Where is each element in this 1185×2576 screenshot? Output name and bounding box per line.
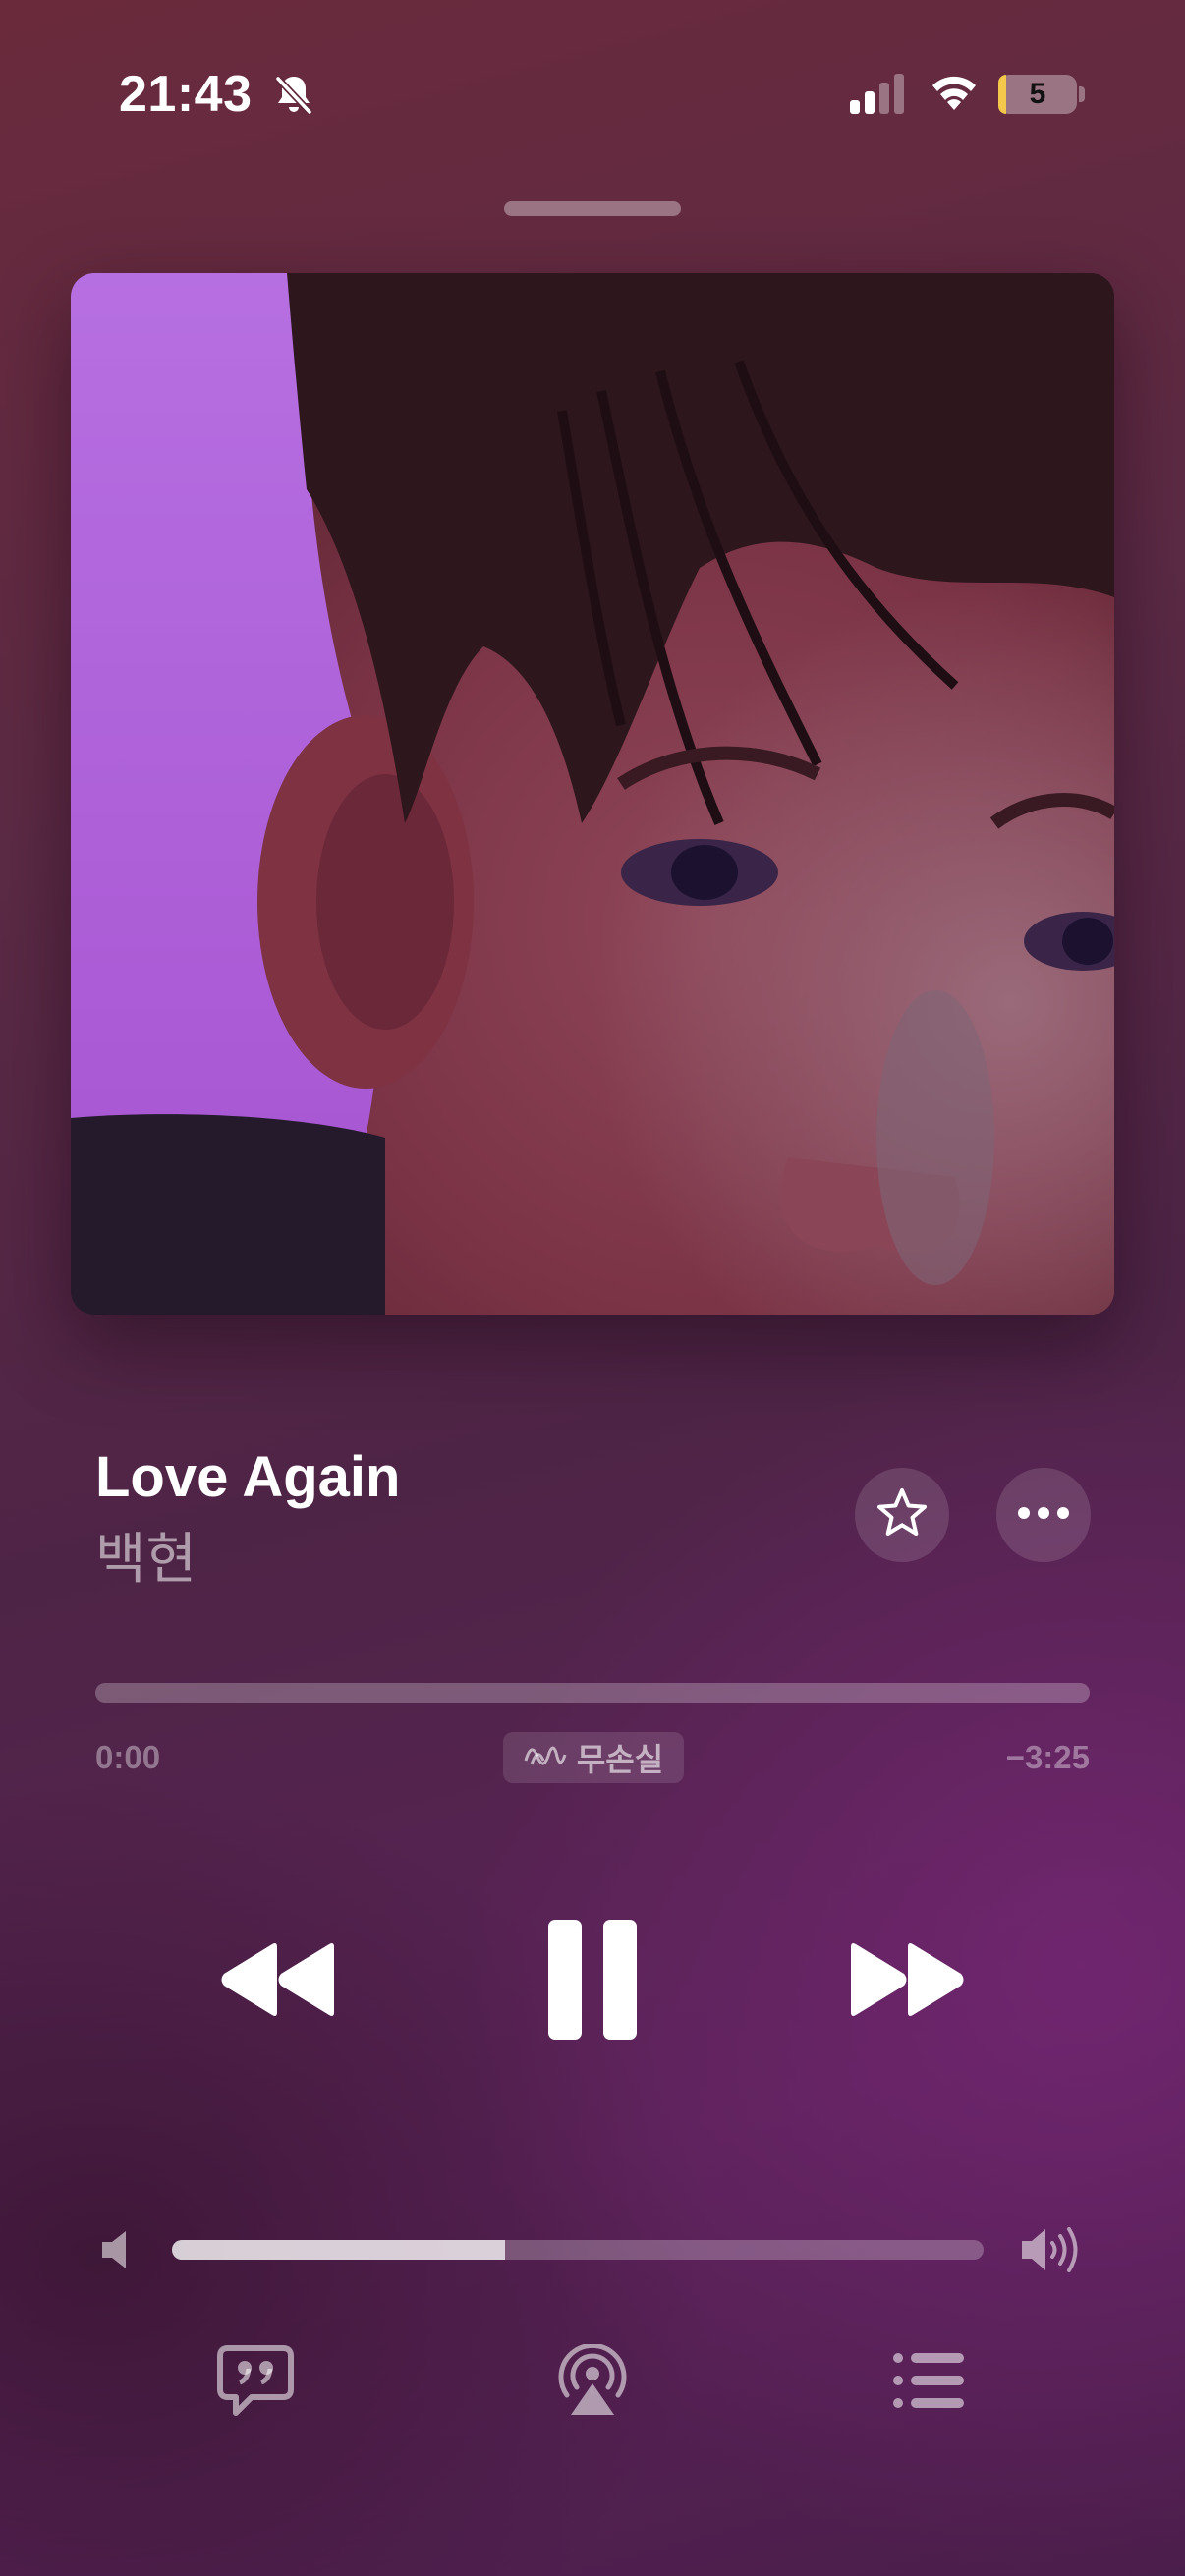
cellular-signal-icon	[848, 73, 907, 116]
battery-icon: 5	[998, 75, 1077, 114]
airplay-audio-icon	[553, 2344, 632, 2417]
album-artwork	[71, 273, 1114, 1315]
star-icon	[875, 1485, 930, 1545]
battery-level: 5	[1029, 78, 1046, 110]
volume-slider[interactable]	[172, 2240, 984, 2260]
status-time: 21:43	[119, 66, 253, 123]
pause-icon	[546, 1916, 639, 2044]
fast-forward-icon	[847, 1916, 969, 2044]
lyrics-quote-bubble-icon	[216, 2344, 295, 2417]
remaining-time: −3:25	[1005, 1739, 1090, 1775]
playback-progress-slider[interactable]	[95, 1683, 1090, 1703]
speaker-high-icon	[1020, 2224, 1083, 2275]
airplay-button[interactable]	[553, 2344, 632, 2417]
ellipsis-icon	[1016, 1505, 1071, 1526]
status-bar: 21:43 5	[0, 0, 1185, 147]
queue-list-icon	[889, 2344, 968, 2417]
lossless-wave-icon	[524, 1739, 567, 1776]
lossless-label: 무손실	[576, 1741, 664, 1778]
track-artist[interactable]: 백현	[95, 1515, 197, 1595]
speaker-low-icon	[98, 2228, 138, 2271]
elapsed-time: 0:00	[95, 1739, 161, 1775]
queue-button[interactable]	[889, 2344, 968, 2417]
rewind-button[interactable]	[216, 1916, 338, 2044]
wifi-icon	[927, 71, 982, 114]
volume-fill	[172, 2240, 505, 2260]
fast-forward-button[interactable]	[847, 1916, 969, 2044]
battery-cap	[1079, 86, 1085, 102]
track-title: Love Again	[95, 1445, 401, 1509]
more-options-button[interactable]	[996, 1468, 1091, 1562]
sheet-grabber[interactable]	[504, 201, 681, 216]
pause-button[interactable]	[546, 1916, 639, 2044]
lossless-badge[interactable]: 무손실	[503, 1732, 684, 1783]
rewind-icon	[216, 1916, 338, 2044]
favorite-button[interactable]	[855, 1468, 949, 1562]
bell-slash-icon	[270, 71, 317, 118]
lyrics-button[interactable]	[216, 2344, 295, 2417]
